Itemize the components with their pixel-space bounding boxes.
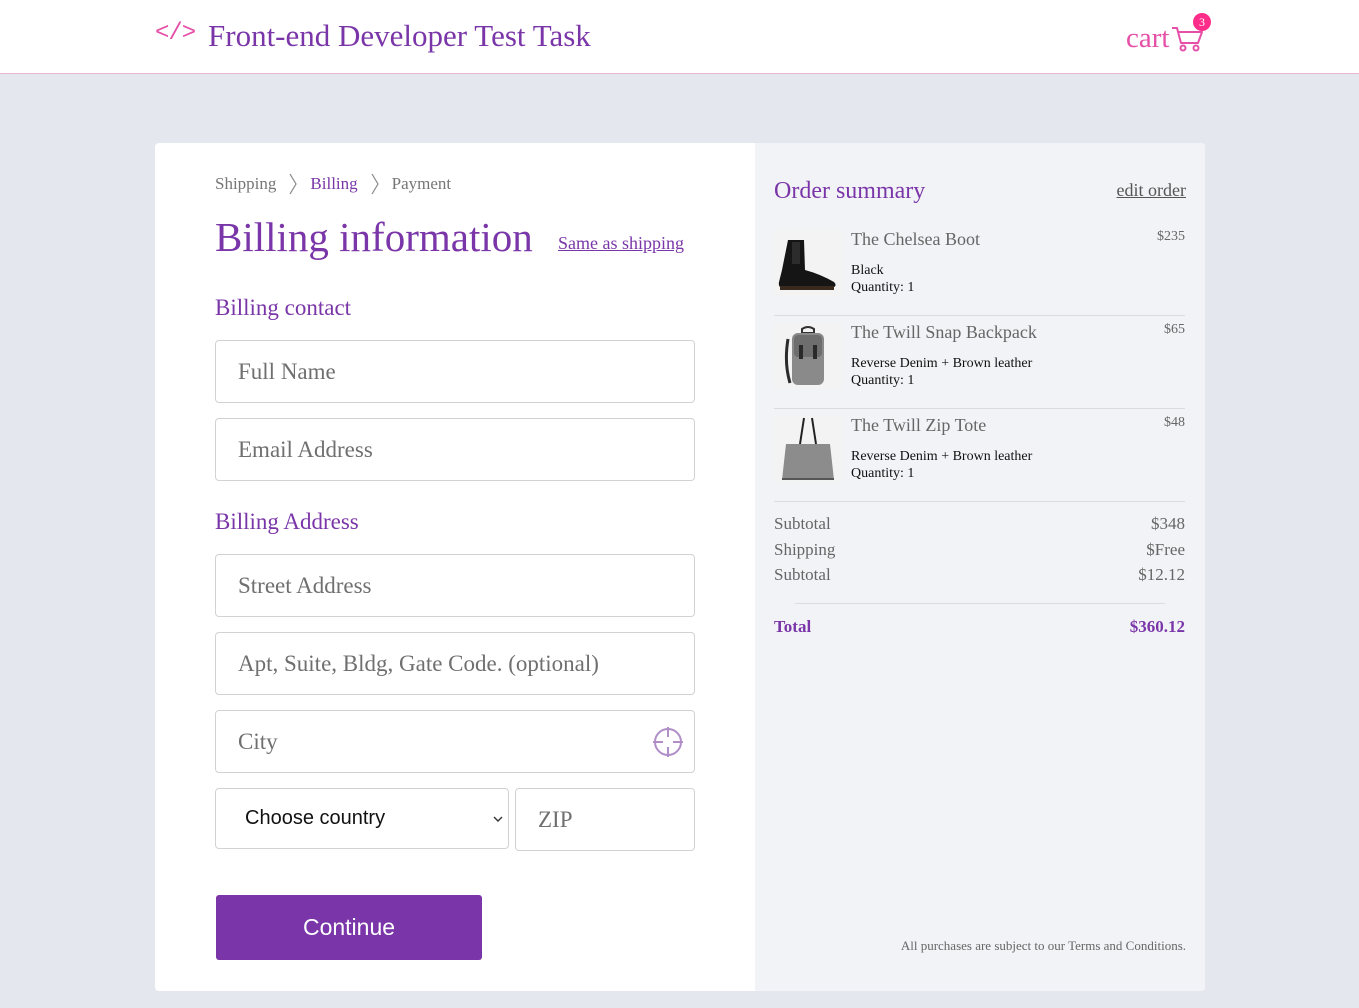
order-item: The Twill Snap Backpack $65 Reverse Deni…	[774, 316, 1185, 409]
backpack-image	[774, 323, 842, 389]
email-field[interactable]	[215, 418, 695, 481]
item-quantity: Quantity: 1	[851, 280, 915, 295]
breadcrumb-payment[interactable]: Payment	[392, 174, 452, 194]
shipping-row: Shipping $Free	[774, 540, 1185, 560]
full-name-field[interactable]	[215, 340, 695, 403]
tax-row: Subtotal $12.12	[774, 565, 1185, 585]
item-price: $235	[1157, 229, 1185, 244]
zip-field[interactable]	[515, 788, 695, 851]
country-select-value[interactable]: Choose country	[245, 807, 385, 830]
boot-image	[774, 230, 842, 296]
item-variant: Reverse Denim + Brown leather	[851, 356, 1033, 371]
item-variant: Reverse Denim + Brown leather	[851, 449, 1033, 464]
breadcrumb: Shipping Billing Payment	[215, 173, 451, 195]
chevron-right-icon	[289, 173, 298, 195]
order-summary: Order summary edit order The Chelsea Boo…	[755, 143, 1205, 991]
item-price: $65	[1164, 322, 1185, 337]
total-row: Total $360.12	[774, 617, 1185, 637]
total-label: Total	[774, 617, 812, 636]
subtotal-row: Subtotal $348	[774, 514, 1185, 534]
shipping-value: $Free	[1146, 540, 1185, 559]
subtotal-label: Subtotal	[774, 514, 831, 533]
page-title: Billing information	[215, 214, 533, 260]
cart-count-badge: 3	[1193, 13, 1211, 31]
tax-label: Subtotal	[774, 565, 831, 584]
item-price: $48	[1164, 415, 1185, 430]
email-input[interactable]	[216, 419, 694, 480]
order-item: The Chelsea Boot $235 Black Quantity: 1	[774, 223, 1185, 316]
order-item: The Twill Zip Tote $48 Reverse Denim + B…	[774, 409, 1185, 502]
tote-image	[774, 416, 842, 482]
totals-divider	[795, 603, 1165, 604]
apt-input[interactable]	[216, 633, 694, 694]
order-summary-title: Order summary	[774, 178, 926, 204]
continue-button[interactable]: Continue	[216, 895, 482, 960]
item-quantity: Quantity: 1	[851, 373, 915, 388]
locate-icon[interactable]	[652, 726, 684, 758]
checkout-card: Shipping Billing Payment Billing informa…	[155, 143, 1205, 991]
edit-order-link[interactable]: edit order	[1117, 180, 1186, 201]
street-address-input[interactable]	[216, 555, 694, 616]
billing-address-label: Billing Address	[215, 509, 359, 534]
terms-text: All purchases are subject to our Terms a…	[900, 938, 1186, 953]
shipping-label: Shipping	[774, 540, 836, 559]
zip-input[interactable]	[516, 789, 694, 850]
subtotal-value: $348	[1151, 514, 1185, 533]
chevron-right-icon	[371, 173, 379, 195]
breadcrumb-shipping[interactable]: Shipping	[215, 174, 276, 194]
city-input[interactable]	[216, 711, 694, 772]
street-address-field[interactable]	[215, 554, 695, 617]
tax-value: $12.12	[1138, 565, 1185, 584]
item-quantity: Quantity: 1	[851, 466, 915, 481]
top-header: </> Front-end Developer Test Task cart 3	[0, 0, 1359, 74]
code-icon: </>	[155, 20, 196, 47]
total-value: $360.12	[1129, 617, 1185, 636]
site-title[interactable]: Front-end Developer Test Task	[208, 18, 591, 54]
billing-contact-label: Billing contact	[215, 295, 352, 320]
city-field[interactable]	[215, 710, 695, 773]
chevron-down-icon[interactable]	[493, 814, 503, 824]
apt-field[interactable]	[215, 632, 695, 695]
item-name: The Chelsea Boot	[851, 229, 980, 249]
cart-label[interactable]: cart	[1126, 22, 1169, 55]
breadcrumb-billing[interactable]: Billing	[310, 174, 357, 194]
same-as-shipping-link[interactable]: Same as shipping	[558, 233, 684, 254]
item-variant: Black	[851, 263, 884, 278]
country-select[interactable]: Choose country	[215, 788, 509, 849]
full-name-input[interactable]	[216, 341, 694, 402]
item-name: The Twill Zip Tote	[851, 415, 987, 435]
item-name: The Twill Snap Backpack	[851, 322, 1037, 342]
